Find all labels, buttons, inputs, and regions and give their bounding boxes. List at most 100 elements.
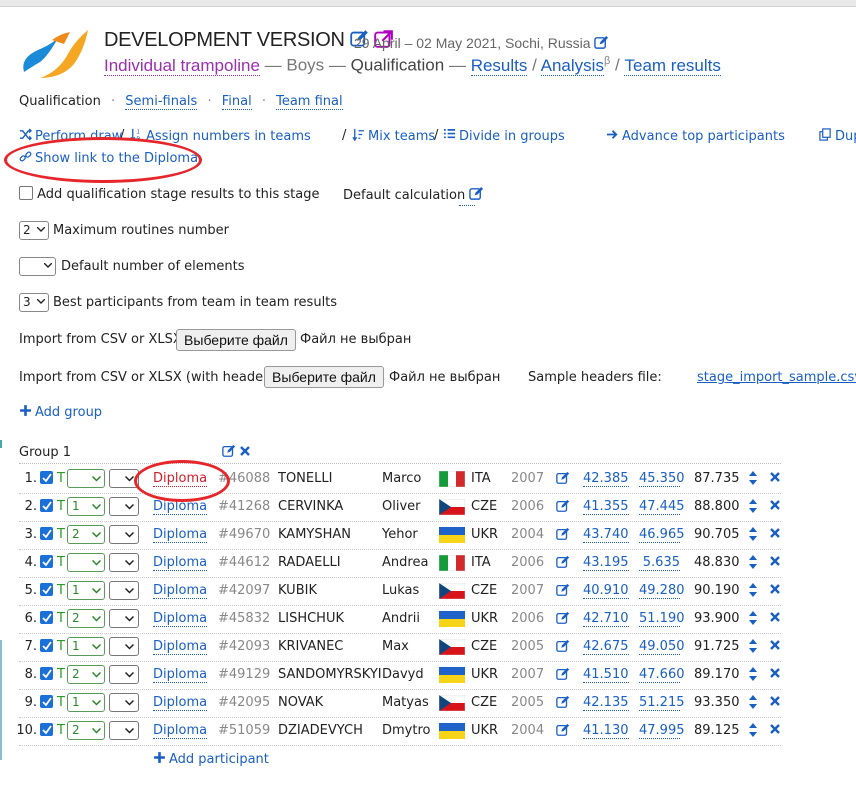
diploma-link[interactable]: Diploma — [153, 639, 208, 655]
group-select[interactable]: 2 — [67, 609, 105, 628]
routine-select[interactable] — [109, 609, 139, 628]
choose-file-button[interactable]: Выберите файл — [176, 329, 296, 351]
edit-scores-icon[interactable] — [556, 499, 570, 517]
score-routine-2[interactable]: 45.350 — [639, 471, 685, 487]
score-routine-2[interactable]: 47.660 — [639, 667, 685, 683]
participant-checkbox[interactable] — [40, 611, 53, 624]
delete-participant-icon[interactable] — [770, 527, 780, 542]
edit-scores-icon[interactable] — [556, 639, 570, 657]
edit-scores-icon[interactable] — [556, 611, 570, 629]
score-routine-2[interactable]: 5.635 — [639, 555, 680, 571]
add-qualification-option[interactable]: Add qualification stage results to this … — [19, 186, 319, 202]
score-routine-2[interactable]: 49.280 — [639, 583, 685, 599]
results-link[interactable]: Results — [470, 55, 528, 76]
score-routine-1[interactable]: 43.740 — [583, 527, 629, 543]
edit-calculation-icon[interactable] — [469, 186, 484, 201]
participant-checkbox[interactable] — [40, 639, 53, 652]
participant-checkbox[interactable] — [40, 555, 53, 568]
delete-participant-icon[interactable] — [770, 611, 780, 626]
routine-select[interactable] — [109, 581, 139, 600]
diploma-link[interactable]: Diploma — [153, 555, 208, 571]
max-routines-select[interactable]: 2 — [19, 221, 49, 240]
diploma-link[interactable]: Diploma — [153, 695, 208, 711]
edit-scores-icon[interactable] — [556, 695, 570, 713]
group-select[interactable] — [67, 553, 105, 572]
group-select[interactable]: 1 — [67, 637, 105, 656]
move-sort-icon[interactable] — [748, 694, 758, 714]
tab-semi-finals[interactable]: Semi-finals — [125, 94, 198, 110]
diploma-link[interactable]: Diploma — [153, 527, 208, 543]
move-sort-icon[interactable] — [748, 722, 758, 742]
participant-checkbox[interactable] — [40, 723, 53, 736]
diploma-link[interactable]: Diploma — [153, 611, 208, 627]
score-routine-1[interactable]: 41.355 — [583, 499, 629, 515]
score-routine-2[interactable]: 46.965 — [639, 527, 685, 543]
group-select[interactable]: 2 — [67, 721, 105, 740]
move-sort-icon[interactable] — [748, 526, 758, 546]
score-routine-2[interactable]: 51.190 — [639, 611, 685, 627]
group-select[interactable]: 1 — [67, 581, 105, 600]
routine-select[interactable] — [109, 665, 139, 684]
edit-scores-icon[interactable] — [556, 723, 570, 741]
move-sort-icon[interactable] — [748, 638, 758, 658]
edit-scores-icon[interactable] — [556, 471, 570, 489]
score-routine-1[interactable]: 41.510 — [583, 667, 629, 683]
tab-final[interactable]: Final — [221, 94, 252, 110]
diploma-link[interactable]: Diploma — [153, 667, 208, 683]
routine-select[interactable] — [109, 525, 139, 544]
move-sort-icon[interactable] — [748, 498, 758, 518]
edit-scores-icon[interactable] — [556, 555, 570, 573]
score-routine-2[interactable]: 47.995 — [639, 723, 685, 739]
delete-participant-icon[interactable] — [770, 667, 780, 682]
discipline-link[interactable]: Individual trampoline — [104, 55, 260, 76]
delete-participant-icon[interactable] — [770, 555, 780, 570]
edit-scores-icon[interactable] — [556, 583, 570, 601]
sample-file-link[interactable]: stage_import_sample.csv — [697, 370, 856, 385]
score-routine-1[interactable]: 42.675 — [583, 639, 629, 655]
edit-group-icon[interactable] — [222, 444, 236, 458]
participant-checkbox[interactable] — [40, 471, 53, 484]
score-routine-1[interactable]: 42.135 — [583, 695, 629, 711]
mix-teams-button[interactable]: Mix teams — [352, 128, 435, 144]
divide-groups-button[interactable]: Divide in groups — [443, 128, 565, 144]
score-routine-2[interactable]: 47.445 — [639, 499, 685, 515]
participant-checkbox[interactable] — [40, 667, 53, 680]
group-select[interactable]: 1 — [67, 693, 105, 712]
add-qualification-checkbox[interactable] — [19, 186, 33, 200]
choose-file-headers-button[interactable]: Выберите файл — [264, 366, 384, 388]
score-routine-2[interactable]: 49.050 — [639, 639, 685, 655]
move-sort-icon[interactable] — [748, 470, 758, 490]
delete-group-icon[interactable] — [240, 446, 250, 456]
move-sort-icon[interactable] — [748, 666, 758, 686]
edit-scores-icon[interactable] — [556, 527, 570, 545]
advance-top-button[interactable]: Advance top participants — [606, 128, 785, 144]
diploma-link[interactable]: Diploma — [153, 583, 208, 599]
participant-checkbox[interactable] — [40, 499, 53, 512]
move-sort-icon[interactable] — [748, 554, 758, 574]
add-participant-button[interactable]: Add participant — [153, 751, 269, 767]
delete-participant-icon[interactable] — [770, 499, 780, 514]
delete-participant-icon[interactable] — [770, 471, 780, 486]
analysis-link[interactable]: Analysis — [540, 55, 604, 76]
score-routine-1[interactable]: 42.385 — [583, 471, 629, 487]
group-select[interactable]: 2 — [67, 525, 105, 544]
tab-team-final[interactable]: Team final — [276, 94, 343, 110]
routine-select[interactable] — [109, 693, 139, 712]
routine-select[interactable] — [109, 721, 139, 740]
group-select[interactable]: 2 — [67, 665, 105, 684]
participant-checkbox[interactable] — [40, 583, 53, 596]
team-results-link[interactable]: Team results — [624, 55, 721, 76]
edit-dates-icon[interactable] — [594, 35, 609, 50]
default-elements-select[interactable] — [19, 257, 56, 276]
duplicate-button[interactable]: Dup — [819, 128, 856, 144]
diploma-link[interactable]: Diploma — [153, 723, 208, 739]
delete-participant-icon[interactable] — [770, 639, 780, 654]
participant-checkbox[interactable] — [40, 695, 53, 708]
routine-select[interactable] — [109, 637, 139, 656]
edit-scores-icon[interactable] — [556, 667, 570, 685]
score-routine-1[interactable]: 43.195 — [583, 555, 629, 571]
group-select[interactable]: 1 — [67, 497, 105, 516]
score-routine-1[interactable]: 42.710 — [583, 611, 629, 627]
score-routine-1[interactable]: 40.910 — [583, 583, 629, 599]
participant-checkbox[interactable] — [40, 527, 53, 540]
